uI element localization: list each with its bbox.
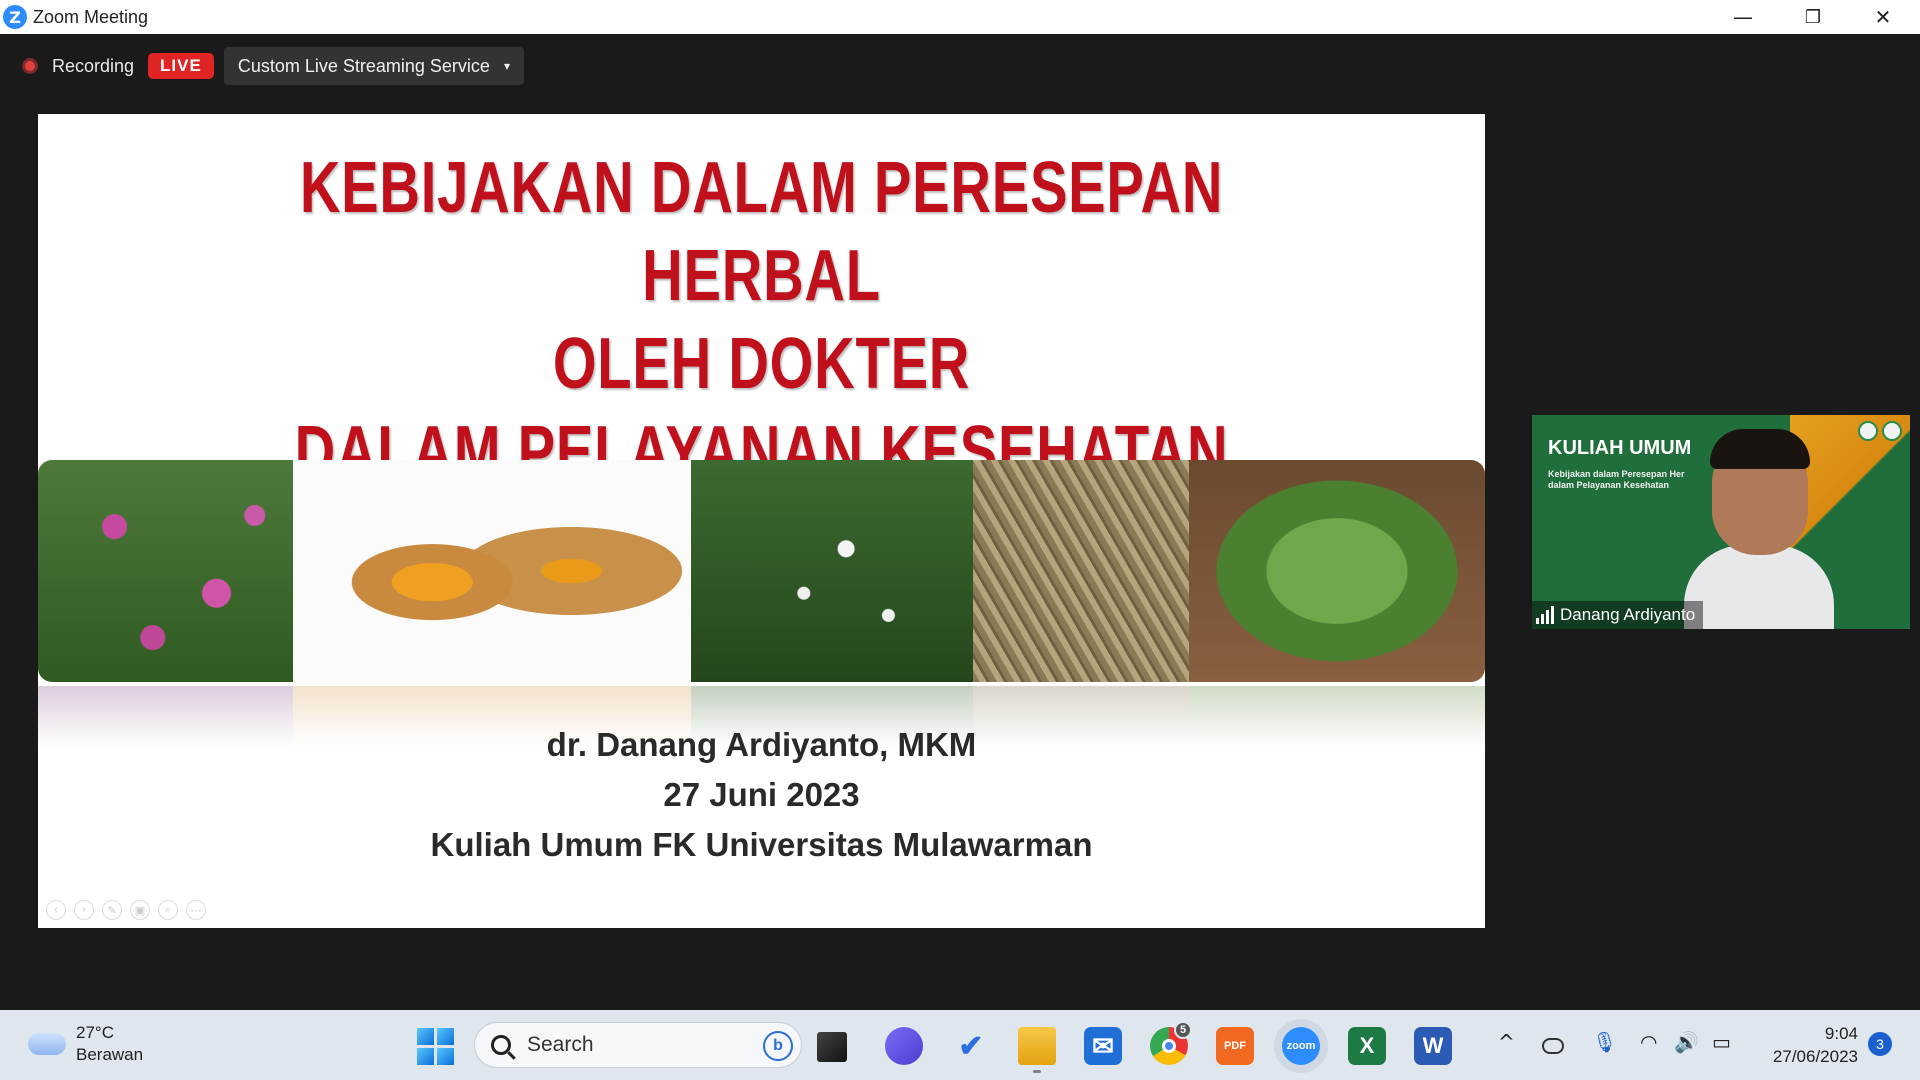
chrome-badge: 5 [1174, 1021, 1192, 1039]
cloud-icon [28, 1033, 66, 1055]
slide-grid-icon[interactable]: ▣ [130, 900, 150, 920]
search-placeholder: Search [527, 1033, 594, 1056]
logo-icon [1858, 421, 1878, 441]
signal-strength-icon [1536, 606, 1554, 624]
presentation-date: 27 Juni 2023 [663, 776, 860, 813]
chevron-down-icon: ▾ [503, 59, 510, 73]
bing-icon[interactable]: b [763, 1031, 793, 1061]
excel-icon[interactable]: X [1348, 1027, 1386, 1065]
notification-count-badge[interactable]: 3 [1868, 1032, 1892, 1056]
herb-photo-strip [38, 460, 1485, 682]
teams-chat-icon[interactable] [885, 1027, 923, 1065]
presenter-name: dr. Danang Ardiyanto, MKM [546, 726, 977, 763]
recording-dot-icon [22, 58, 38, 74]
participant-name-tag: Danang Ardiyanto [1532, 601, 1704, 629]
onedrive-icon[interactable] [1542, 1038, 1564, 1054]
search-icon [491, 1035, 511, 1055]
speaker-video-tile[interactable]: KULIAH UMUM Kebijakan dalam Peresepan He… [1532, 415, 1910, 629]
echinacea-image [38, 460, 293, 682]
show-hidden-icons-button[interactable]: ^ [1498, 1030, 1515, 1054]
zoom-icon[interactable]: ⌕ [158, 900, 178, 920]
taskbar-search-box[interactable]: Search b [474, 1022, 802, 1068]
clock-time: 9:04 [1824, 1024, 1858, 1043]
slide-title: KEBIJAKAN DALAM PERESEPAN HERBAL OLEH DO… [197, 144, 1326, 496]
todo-icon[interactable]: ✔ [952, 1027, 990, 1065]
turmeric-image [293, 460, 691, 682]
word-icon[interactable]: W [1414, 1027, 1452, 1065]
close-button[interactable]: ✕ [1848, 0, 1918, 34]
zoom-app-icon[interactable]: zoom [1282, 1027, 1320, 1065]
previous-slide-icon[interactable]: ‹ [46, 900, 66, 920]
clock-date: 27/06/2023 [1772, 1047, 1858, 1066]
institution-logos [1858, 421, 1902, 441]
slide-title-line: KEBIJAKAN DALAM PERESEPAN HERBAL [299, 148, 1224, 316]
minimize-button[interactable]: — [1708, 0, 1778, 34]
virtual-background-title: KULIAH UMUM [1548, 437, 1692, 459]
event-name: Kuliah Umum FK Universitas Mulawarman [430, 826, 1093, 863]
logo-icon [1882, 421, 1902, 441]
pdf-app-icon[interactable]: PDF [1216, 1027, 1254, 1065]
meeting-area: Recording LIVE Custom Live Streaming Ser… [0, 34, 1920, 1010]
more-options-icon[interactable]: ⋯ [186, 900, 206, 920]
window-title: Zoom Meeting [33, 6, 149, 27]
zoom-logo-icon: Z [3, 5, 27, 29]
restore-button[interactable]: ❐ [1778, 0, 1848, 34]
start-button[interactable] [416, 1027, 454, 1065]
slideshow-controls: ‹ › ✎ ▣ ⌕ ⋯ [46, 900, 206, 920]
weather-widget[interactable]: 27°C Berawan [28, 1022, 143, 1066]
task-view-icon[interactable] [817, 1032, 847, 1062]
window-title-bar: Z Zoom Meeting — ❐ ✕ [0, 0, 1920, 34]
windows-taskbar: 27°C Berawan Search b ✔ ✉ 5 PDF zoom X W… [0, 1010, 1920, 1080]
live-badge[interactable]: LIVE [148, 53, 214, 79]
slide-title-line: OLEH DOKTER [552, 324, 971, 404]
weather-condition: Berawan [76, 1045, 144, 1064]
live-streaming-dropdown[interactable]: Custom Live Streaming Service ▾ [223, 47, 524, 85]
volume-icon[interactable]: 🔊 [1674, 1030, 1699, 1054]
weather-temperature: 27°C [76, 1023, 114, 1042]
wifi-icon[interactable]: ◠ [1640, 1030, 1657, 1054]
recording-bar: Recording LIVE Custom Live Streaming Ser… [0, 47, 524, 85]
battery-icon[interactable]: ▭ [1712, 1030, 1731, 1054]
microphone-icon[interactable]: 🎙 [1592, 1030, 1617, 1054]
windows-logo-icon [416, 1027, 454, 1065]
shared-screen-slide[interactable]: KEBIJAKAN DALAM PERESEPAN HERBAL OLEH DO… [38, 114, 1485, 928]
next-slide-icon[interactable]: › [74, 900, 94, 920]
file-explorer-icon[interactable] [1018, 1027, 1056, 1073]
participant-name: Danang Ardiyanto [1560, 605, 1696, 624]
recording-label[interactable]: Recording [52, 56, 134, 77]
chrome-icon[interactable]: 5 [1150, 1021, 1192, 1065]
leafy-herb-image [1189, 460, 1485, 682]
speaker-video [1684, 425, 1834, 629]
stream-service-label: Custom Live Streaming Service [237, 55, 490, 76]
mail-icon[interactable]: ✉ [1084, 1027, 1122, 1065]
cat-whiskers-image [691, 460, 973, 682]
pen-icon[interactable]: ✎ [102, 900, 122, 920]
fennel-seeds-image [973, 460, 1189, 682]
taskbar-clock[interactable]: 9:04 27/06/2023 [1773, 1022, 1858, 1068]
